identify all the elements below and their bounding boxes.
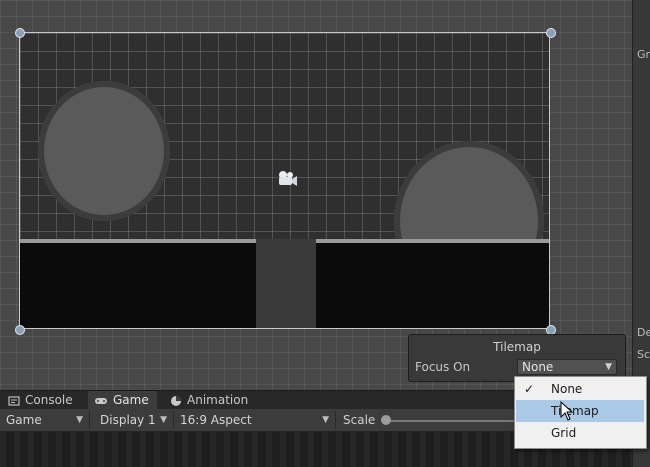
chevron-down-icon: ▼ [605,362,612,372]
checkmark-icon: ✓ [524,382,535,396]
focus-on-value: None [522,360,554,374]
focus-on-label: Focus On [415,360,471,374]
caret-down-icon: ▼ [322,415,329,425]
menu-item-grid[interactable]: Grid [516,422,644,444]
view-select-value: Game [6,413,42,427]
tab-label: Console [25,393,73,407]
cave-opening-left [38,81,170,221]
right-panel-label: Sc [637,348,650,361]
display-select-value: Display 1 [100,413,156,427]
caret-down-icon: ▼ [76,415,83,425]
menu-item-label: None [551,382,583,396]
menu-item-label: Grid [551,426,577,440]
menu-item-label: Tilemap [551,404,599,418]
aspect-select-value: 16:9 Aspect [180,413,252,427]
tab-console[interactable]: Console [2,391,81,410]
tab-game[interactable]: Game [88,391,157,410]
frame-handle-bottom-left[interactable] [15,325,25,335]
right-panel-label: Gr [637,48,650,61]
gamepad-icon [95,397,107,404]
tab-label: Game [113,393,149,407]
animation-icon [171,395,181,406]
display-select[interactable]: Display 1 ▼ [96,411,174,429]
caret-down-icon: ▼ [160,415,167,425]
console-icon [8,395,20,406]
menu-item-none[interactable]: ✓ None [516,378,644,400]
frame-handle-top-left[interactable] [15,28,25,38]
scale-label: Scale [343,413,376,427]
aspect-select[interactable]: 16:9 Aspect ▼ [176,411,336,429]
ground-tiles-left [20,239,256,328]
tab-animation[interactable]: Animation [164,391,256,410]
mouse-cursor-icon [560,401,574,421]
ground-tiles-right [316,239,549,328]
scale-slider-thumb[interactable] [381,415,391,425]
overlay-title: Tilemap [493,340,541,354]
menu-item-tilemap[interactable]: Tilemap [516,400,644,422]
frame-handle-top-right[interactable] [546,28,556,38]
right-panel-label: De [637,326,650,339]
scene-view[interactable] [0,0,632,390]
focus-on-dropdown[interactable]: None ▼ [517,359,617,375]
tab-label: Animation [187,393,249,407]
background-pillar [256,239,316,328]
tilemap-overlay-panel: Tilemap Focus On None ▼ [408,334,626,382]
view-select[interactable]: Game ▼ [2,411,90,429]
scale-slider-track[interactable] [385,420,525,422]
focus-on-menu: ✓ None Tilemap Grid [514,376,647,449]
camera-gizmo-icon[interactable] [274,169,298,189]
